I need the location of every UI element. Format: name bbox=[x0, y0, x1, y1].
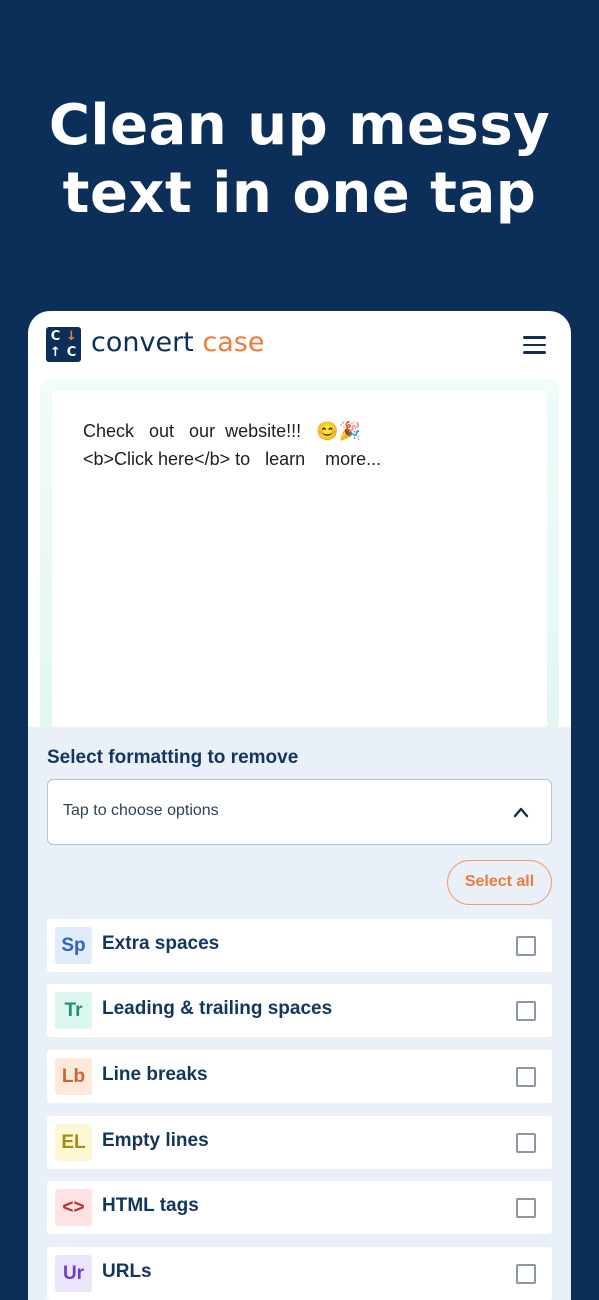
option-label: Leading & trailing spaces bbox=[102, 998, 333, 1019]
option-row[interactable]: Ur URLs bbox=[47, 1247, 552, 1300]
option-badge: Lb bbox=[55, 1058, 92, 1095]
option-row[interactable]: Sp Extra spaces bbox=[47, 919, 552, 972]
headline-line-1: Clean up messy bbox=[48, 93, 551, 158]
option-checkbox[interactable] bbox=[516, 936, 536, 956]
select-all-button[interactable]: Select all bbox=[447, 860, 552, 905]
logo-glyph: C bbox=[66, 345, 77, 360]
brand-name-part-2: case bbox=[202, 327, 265, 358]
option-checkbox[interactable] bbox=[516, 1264, 536, 1284]
editor-frame: Check out our website!!! 😊🎉 <b>Click her… bbox=[40, 379, 559, 727]
option-row[interactable]: EL Empty lines bbox=[47, 1116, 552, 1169]
brand-name: convert case bbox=[91, 325, 264, 361]
option-checkbox[interactable] bbox=[516, 1001, 536, 1021]
option-row[interactable]: <> HTML tags bbox=[47, 1181, 552, 1234]
editor-text[interactable]: Check out our website!!! 😊🎉 <b>Click her… bbox=[83, 417, 513, 473]
option-row[interactable]: Tr Leading & trailing spaces bbox=[47, 984, 552, 1037]
option-checkbox[interactable] bbox=[516, 1198, 536, 1218]
headline-line-2: text in one tap bbox=[62, 161, 537, 226]
option-badge: Ur bbox=[55, 1255, 92, 1292]
option-label: URLs bbox=[102, 1261, 152, 1282]
brand-name-part-1: convert bbox=[91, 327, 194, 358]
headline: Clean up messy text in one tap bbox=[0, 92, 599, 228]
option-label: Line breaks bbox=[102, 1064, 208, 1085]
option-label: Extra spaces bbox=[102, 933, 220, 954]
option-badge: <> bbox=[55, 1189, 92, 1226]
option-badge: Tr bbox=[55, 992, 92, 1029]
option-row[interactable]: Lb Line breaks bbox=[47, 1050, 552, 1103]
app-header: C ↓ ↑ C convert case bbox=[28, 311, 571, 377]
logo-glyph: ↑ bbox=[50, 345, 61, 360]
screen: Clean up messy text in one tap C ↓ ↑ C c… bbox=[0, 0, 599, 1300]
logo-glyph: ↓ bbox=[66, 329, 77, 344]
option-badge: Sp bbox=[55, 927, 92, 964]
logo-glyph: C bbox=[50, 329, 61, 344]
chevron-up-icon bbox=[513, 807, 529, 818]
text-editor[interactable]: Check out our website!!! 😊🎉 <b>Click her… bbox=[52, 391, 547, 727]
menu-button[interactable] bbox=[517, 331, 551, 359]
formatting-panel: Select formatting to remove Tap to choos… bbox=[28, 727, 571, 1300]
option-label: HTML tags bbox=[102, 1195, 199, 1216]
option-label: Empty lines bbox=[102, 1130, 209, 1151]
options-dropdown[interactable]: Tap to choose options bbox=[47, 779, 552, 845]
app-card: C ↓ ↑ C convert case Check out our websi… bbox=[28, 311, 571, 1300]
option-checkbox[interactable] bbox=[516, 1133, 536, 1153]
option-badge: EL bbox=[55, 1124, 92, 1161]
panel-title: Select formatting to remove bbox=[47, 747, 299, 768]
option-checkbox[interactable] bbox=[516, 1067, 536, 1087]
logo-icon: C ↓ ↑ C bbox=[46, 327, 81, 362]
dropdown-label: Tap to choose options bbox=[63, 802, 219, 819]
